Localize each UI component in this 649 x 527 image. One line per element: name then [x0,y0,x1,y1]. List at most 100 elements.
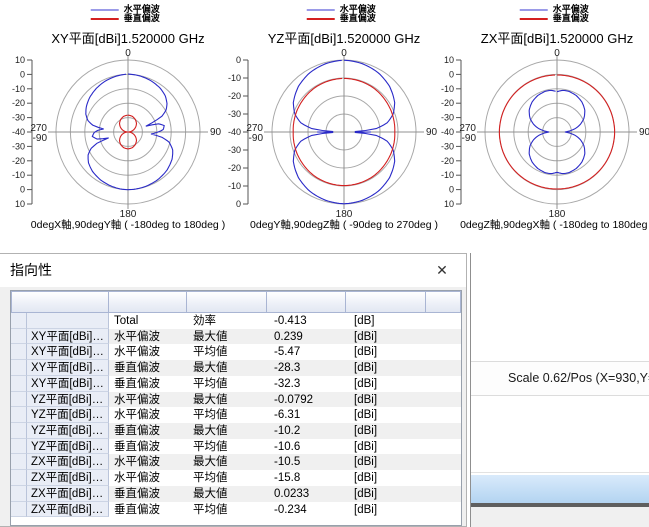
table-row[interactable]: ZX平面[dBi]…垂直偏波最大値0.0233[dBi] [11,486,461,502]
cell-stat[interactable]: 最大値 [188,360,269,376]
close-icon[interactable]: ✕ [420,256,464,285]
cell-pol[interactable]: 水平偏波 [109,454,188,470]
cell-pol[interactable]: 垂直偏波 [109,486,188,502]
cell-unit[interactable]: [dBi] [349,407,430,423]
results-table[interactable]: Total効率-0.413[dB]XY平面[dBi]…水平偏波最大値0.239[… [10,290,462,526]
cell-pol[interactable]: 垂直偏波 [109,423,188,439]
cell-plane[interactable]: YZ平面[dBi]… [27,407,109,423]
cell-stat[interactable]: 最大値 [188,454,269,470]
row-header-cell[interactable] [11,329,27,345]
cell-unit[interactable]: [dBi] [349,439,430,455]
cell-pol[interactable]: 水平偏波 [109,392,188,408]
table-row[interactable]: XY平面[dBi]…垂直偏波最大値-28.3[dBi] [11,360,461,376]
cell-unit[interactable]: [dBi] [349,376,430,392]
row-header-cell[interactable] [11,439,27,455]
cell-unit[interactable]: [dBi] [349,486,430,502]
row-header-cell[interactable] [11,502,27,518]
table-row[interactable]: ZX平面[dBi]…水平偏波平均値-15.8[dBi] [11,470,461,486]
table-row[interactable]: YZ平面[dBi]…垂直偏波最大値-10.2[dBi] [11,423,461,439]
cell-unit[interactable]: [dBi] [349,392,430,408]
cell-pol[interactable]: 垂直偏波 [109,360,188,376]
cell-stat[interactable]: 最大値 [188,486,269,502]
cell-unit[interactable]: [dBi] [349,360,430,376]
row-header-cell[interactable] [11,360,27,376]
cell-value[interactable]: -0.234 [269,502,349,518]
cell-unit[interactable]: [dBi] [349,423,430,439]
cell-plane[interactable]: ZX平面[dBi]… [27,486,109,502]
table-header-cell[interactable] [186,291,267,313]
row-header-cell[interactable] [11,407,27,423]
cell-stat[interactable]: 平均値 [188,439,269,455]
cell-unit[interactable]: [dBi] [349,344,430,360]
cell-pol[interactable]: 垂直偏波 [109,502,188,518]
cell-unit[interactable]: [dB] [349,313,430,329]
cell-value[interactable]: -6.31 [269,407,349,423]
table-header-cell[interactable] [345,291,426,313]
cell-pol[interactable]: 水平偏波 [109,329,188,345]
cell-value[interactable]: -0.0792 [269,392,349,408]
cell-stat[interactable]: 平均値 [188,407,269,423]
cell-value[interactable]: -32.3 [269,376,349,392]
cell-value[interactable]: -10.5 [269,454,349,470]
table-row[interactable]: ZX平面[dBi]…垂直偏波平均値-0.234[dBi] [11,502,461,518]
cell-plane[interactable]: XY平面[dBi]… [27,344,109,360]
cell-stat[interactable]: 平均値 [188,344,269,360]
table-row[interactable]: YZ平面[dBi]…垂直偏波平均値-10.6[dBi] [11,439,461,455]
table-header-cell[interactable] [266,291,346,313]
cell-plane[interactable]: ZX平面[dBi]… [27,470,109,486]
cell-unit[interactable]: [dBi] [349,502,430,518]
cell-value[interactable]: -28.3 [269,360,349,376]
row-header-cell[interactable] [11,454,27,470]
cell-pol[interactable]: Total [109,313,188,329]
cell-stat[interactable]: 最大値 [188,392,269,408]
cell-plane[interactable]: XY平面[dBi]… [27,360,109,376]
cell-stat[interactable]: 平均値 [188,502,269,518]
cell-pol[interactable]: 垂直偏波 [109,376,188,392]
cell-plane[interactable] [27,313,109,329]
cell-value[interactable]: -10.6 [269,439,349,455]
cell-unit[interactable]: [dBi] [349,470,430,486]
cell-unit[interactable]: [dBi] [349,454,430,470]
cell-stat[interactable]: 最大値 [188,423,269,439]
cell-value[interactable]: -0.413 [269,313,349,329]
cell-plane[interactable]: ZX平面[dBi]… [27,454,109,470]
cell-stat[interactable]: 最大値 [188,329,269,345]
row-header-cell[interactable] [11,313,27,329]
cell-pol[interactable]: 垂直偏波 [109,439,188,455]
table-row[interactable]: XY平面[dBi]…水平偏波平均値-5.47[dBi] [11,344,461,360]
cell-unit[interactable]: [dBi] [349,329,430,345]
table-row[interactable]: ZX平面[dBi]…水平偏波最大値-10.5[dBi] [11,454,461,470]
cell-value[interactable]: -5.47 [269,344,349,360]
table-header-cell[interactable] [11,291,109,313]
row-header-cell[interactable] [11,344,27,360]
table-row[interactable]: XY平面[dBi]…垂直偏波平均値-32.3[dBi] [11,376,461,392]
cell-value[interactable]: 0.239 [269,329,349,345]
table-header-cell[interactable] [108,291,187,313]
cell-pol[interactable]: 水平偏波 [109,407,188,423]
cell-pol[interactable]: 水平偏波 [109,344,188,360]
cell-stat[interactable]: 平均値 [188,470,269,486]
dialog-titlebar[interactable]: 指向性 ✕ [0,254,466,287]
table-header-cell[interactable] [425,291,461,313]
row-header-cell[interactable] [11,376,27,392]
table-row[interactable]: YZ平面[dBi]…水平偏波最大値-0.0792[dBi] [11,392,461,408]
cell-stat[interactable]: 効率 [188,313,269,329]
table-row[interactable]: Total効率-0.413[dB] [11,313,461,329]
row-header-cell[interactable] [11,486,27,502]
cell-value[interactable]: -15.8 [269,470,349,486]
table-row[interactable]: XY平面[dBi]…水平偏波最大値0.239[dBi] [11,329,461,345]
table-row[interactable]: YZ平面[dBi]…水平偏波平均値-6.31[dBi] [11,407,461,423]
row-header-cell[interactable] [11,423,27,439]
cell-plane[interactable]: YZ平面[dBi]… [27,439,109,455]
cell-plane[interactable]: YZ平面[dBi]… [27,423,109,439]
cell-plane[interactable]: ZX平面[dBi]… [27,502,109,518]
cell-plane[interactable]: XY平面[dBi]… [27,376,109,392]
row-header-cell[interactable] [11,392,27,408]
cell-value[interactable]: -10.2 [269,423,349,439]
cell-plane[interactable]: XY平面[dBi]… [27,329,109,345]
row-header-cell[interactable] [11,470,27,486]
cell-plane[interactable]: YZ平面[dBi]… [27,392,109,408]
cell-pol[interactable]: 水平偏波 [109,470,188,486]
cell-stat[interactable]: 平均値 [188,376,269,392]
cell-value[interactable]: 0.0233 [269,486,349,502]
